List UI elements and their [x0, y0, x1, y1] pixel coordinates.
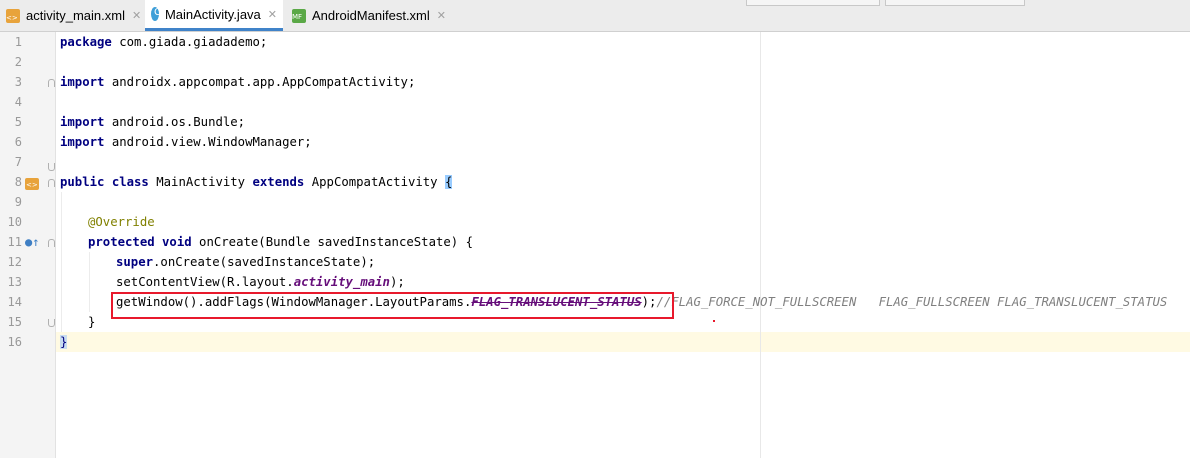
close-icon[interactable]: ✕ [268, 8, 277, 21]
line-number: 7 [14, 155, 22, 169]
code-line-5: import android.os.Bundle; [60, 115, 246, 129]
line-number: 16 [7, 335, 22, 349]
related-layout-icon[interactable] [25, 178, 39, 190]
code-editor[interactable]: package com.giada.giadademo; import andr… [56, 32, 1190, 458]
marker-dot [713, 320, 715, 322]
code-line-3: import androidx.appcompat.app.AppCompatA… [60, 75, 416, 89]
line-number: 10 [7, 215, 22, 229]
xml-layout-icon [6, 8, 20, 23]
line-number: 11 [7, 235, 22, 249]
code-line-11: protected void onCreate(Bundle savedInst… [88, 235, 473, 249]
matched-brace: } [60, 335, 68, 349]
toolbar-field[interactable] [885, 0, 1025, 6]
tab-label: activity_main.xml [26, 8, 125, 23]
code-line-15: } [88, 315, 96, 329]
code-line-8: public class MainActivity extends AppCom… [60, 175, 453, 189]
line-number: 3 [14, 75, 22, 89]
java-class-icon [151, 7, 161, 21]
code-line-10: @Override [88, 215, 155, 229]
fold-toggle-icon[interactable] [48, 163, 55, 171]
line-number: 14 [7, 295, 22, 309]
line-number: 2 [14, 55, 22, 69]
code-line-12: super.onCreate(savedInstanceState); [116, 255, 376, 269]
toolbar-field[interactable] [746, 0, 880, 6]
tab-activity-main-xml[interactable]: activity_main.xml ✕ [6, 0, 141, 31]
line-number: 6 [14, 135, 22, 149]
code-line-6: import android.view.WindowManager; [60, 135, 312, 149]
override-method-icon[interactable]: ●↑ [25, 235, 39, 249]
matched-brace: { [445, 175, 453, 189]
line-number: 13 [7, 275, 22, 289]
line-number: 1 [14, 35, 22, 49]
tab-label: AndroidManifest.xml [312, 8, 430, 23]
tab-label: MainActivity.java [164, 6, 261, 22]
line-number-gutter: 1 2 3 4 5 6 7 8 9 10 11 12 13 14 15 16 ●… [0, 32, 56, 458]
close-icon[interactable]: ✕ [437, 9, 446, 22]
tab-android-manifest-xml[interactable]: AndroidManifest.xml ✕ [292, 0, 446, 31]
line-number: 12 [7, 255, 22, 269]
fold-toggle-icon[interactable] [48, 319, 55, 327]
tab-main-activity-java[interactable]: MainActivity.java ✕ [145, 0, 283, 31]
line-number: 15 [7, 315, 22, 329]
manifest-icon [292, 8, 306, 23]
editor-tab-bar: activity_main.xml ✕ MainActivity.java ✕ … [0, 0, 1190, 32]
highlight-box [111, 292, 674, 319]
code-line-13: setContentView(R.layout.activity_main); [116, 275, 405, 289]
close-icon[interactable]: ✕ [132, 9, 141, 22]
line-number: 5 [14, 115, 22, 129]
fold-toggle-icon[interactable] [48, 79, 55, 87]
line-number: 8 [14, 175, 22, 189]
code-line-16: } [60, 332, 68, 352]
fold-toggle-icon[interactable] [48, 239, 55, 247]
line-number: 9 [14, 195, 22, 209]
line-number: 4 [14, 95, 22, 109]
fold-toggle-icon[interactable] [48, 179, 55, 187]
code-line-1: package com.giada.giadademo; [60, 35, 268, 49]
